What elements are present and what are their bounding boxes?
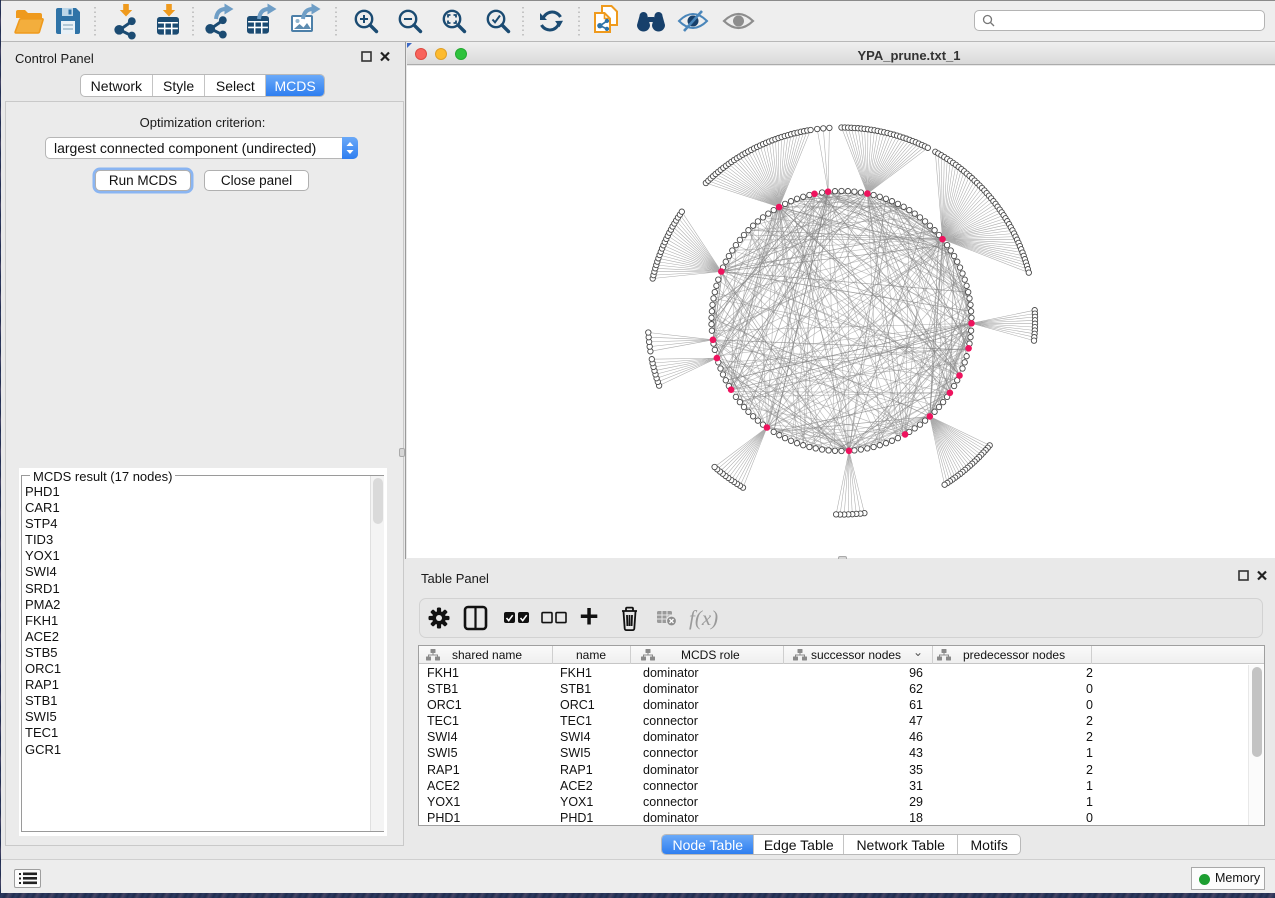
svg-text:f(x): f(x)	[689, 606, 718, 630]
